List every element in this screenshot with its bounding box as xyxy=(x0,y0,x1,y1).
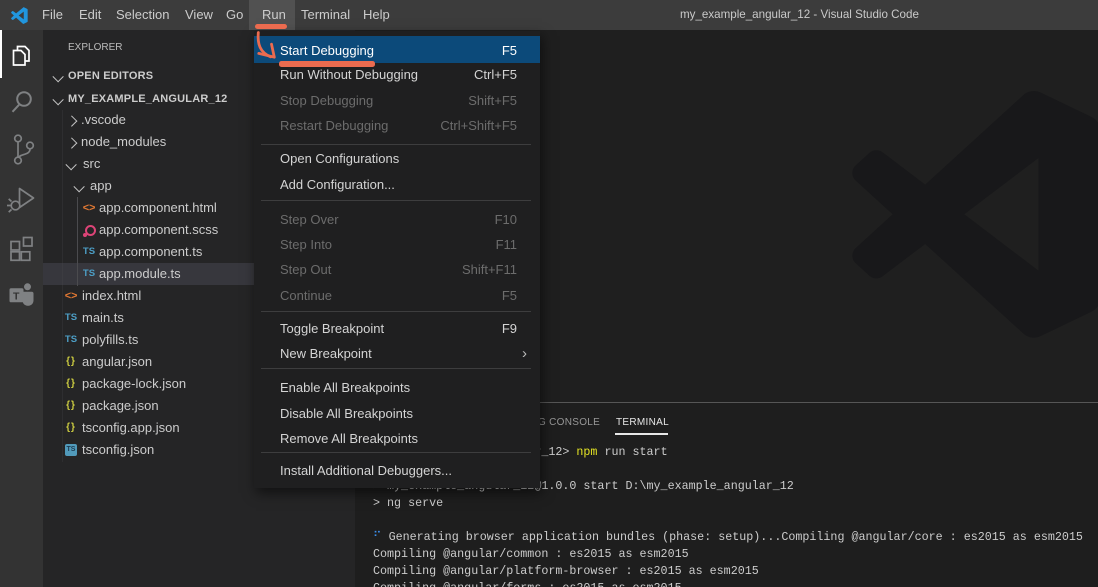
svg-text:T: T xyxy=(13,291,20,303)
